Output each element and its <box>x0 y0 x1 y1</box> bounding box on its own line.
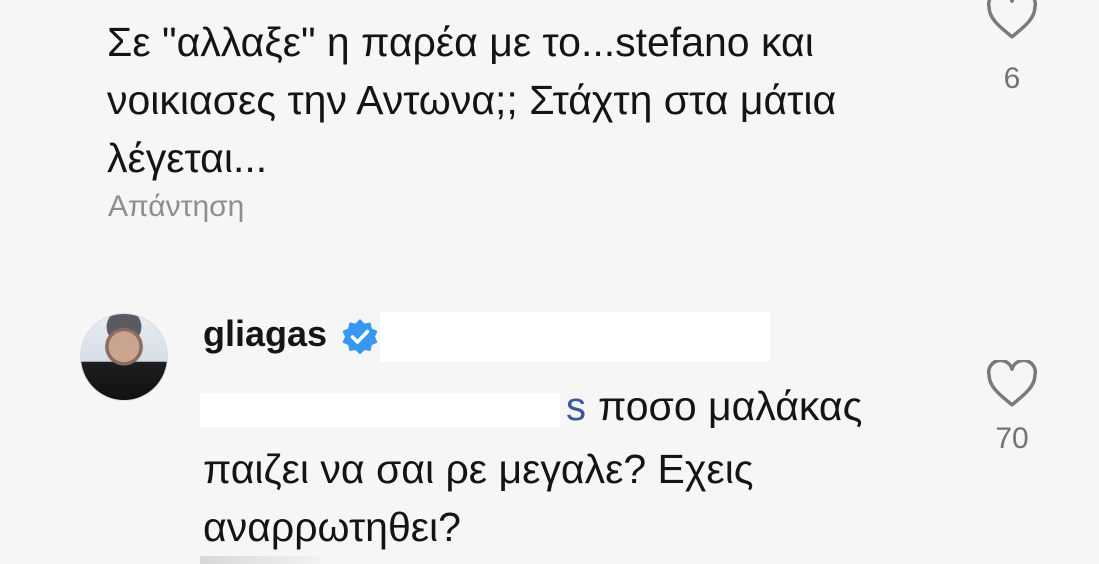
like-button[interactable]: 6 <box>982 0 1042 96</box>
like-count: 6 <box>1003 62 1021 95</box>
heart-outline-icon <box>986 0 1038 39</box>
comment-text: Σε "αλλαξε" η παρέα με το...stefano και … <box>107 19 837 181</box>
comment-text-line: ποσο μαλάκας <box>598 383 863 429</box>
comments-thread: Σε "αλλαξε" η παρέα με το...stefano και … <box>0 0 1099 564</box>
mention-link[interactable]: s <box>566 385 586 430</box>
redacted-area <box>380 312 770 362</box>
avatar[interactable] <box>80 313 168 401</box>
comment-text: παιζει να σαι ρε μεγαλε? Εχεις αναρρωτηθ… <box>203 446 754 550</box>
reply-button[interactable]: Απάντηση <box>108 190 244 224</box>
verified-badge-icon <box>342 319 378 355</box>
heart-outline-icon <box>986 360 1038 407</box>
like-button[interactable]: 70 <box>982 360 1042 456</box>
redacted-area <box>200 393 560 427</box>
like-count: 70 <box>995 422 1029 455</box>
username[interactable]: gliagas <box>203 313 327 355</box>
divider <box>200 556 320 564</box>
